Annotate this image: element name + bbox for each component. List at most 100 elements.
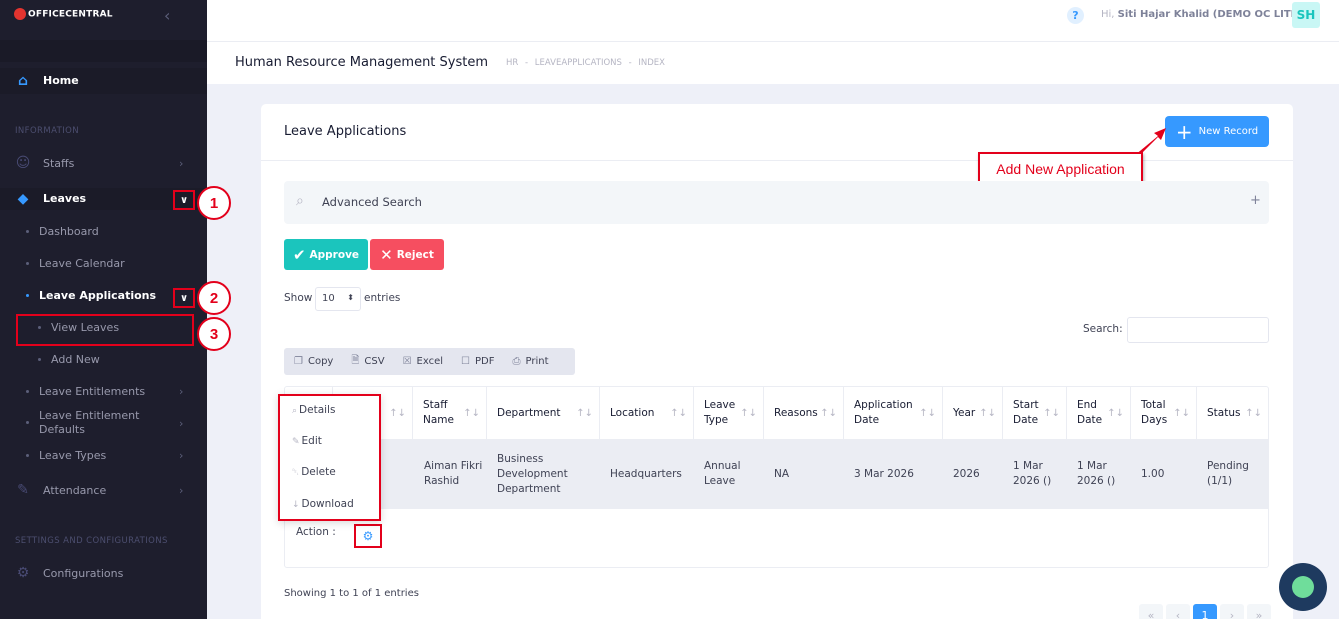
menu-item-details[interactable]: ⌕ Details xyxy=(292,404,335,416)
menu-item-label: Details xyxy=(299,404,336,416)
advanced-search-toggle[interactable]: ⌕ Advanced Search + xyxy=(284,181,1269,224)
column-header-year[interactable]: Year ↑↓ xyxy=(943,387,1003,439)
reject-button[interactable]: ✕ Reject xyxy=(370,239,444,270)
menu-item-download[interactable]: ↓ Download xyxy=(292,498,354,510)
button-label: Print xyxy=(525,356,549,367)
cell-start-date: 1 Mar 2026 () xyxy=(1013,460,1052,487)
sidebar-item-label: View Leaves xyxy=(51,321,120,334)
column-header-end-date[interactable]: End Date ↑↓ xyxy=(1067,387,1131,439)
users-icon: ☺ xyxy=(15,155,31,171)
close-icon: ✕ xyxy=(380,245,393,264)
sidebar-item-leave-entitlement-defaults[interactable]: Leave Entitlement Defaults › xyxy=(0,409,207,439)
chevron-left-icon[interactable]: ‹ xyxy=(164,6,170,25)
sidebar-item-home[interactable]: ⌂ Home xyxy=(0,68,207,94)
plus-icon: + xyxy=(1250,193,1261,208)
bullet-icon xyxy=(26,390,29,393)
copy-button[interactable]: ❐ Copy xyxy=(294,356,333,367)
cell-total-days: 1.00 xyxy=(1141,467,1165,480)
column-header-reasons[interactable]: Reasons ↑↓ xyxy=(764,387,844,439)
chevron-down-icon[interactable]: ∨ xyxy=(173,288,195,308)
user-greeting[interactable]: Hi, Siti Hajar Khalid (DEMO OC LITE) xyxy=(1101,9,1302,20)
button-label: Reject xyxy=(396,248,434,261)
bullet-icon xyxy=(38,358,41,361)
column-header-staff-name[interactable]: Staff Name ↑↓ xyxy=(413,387,487,439)
column-header-total-days[interactable]: Total Days ↑↓ xyxy=(1131,387,1197,439)
column-header-leave-type[interactable]: Leave Type ↑↓ xyxy=(694,387,764,439)
column-header-department[interactable]: Department ↑↓ xyxy=(487,387,600,439)
header-label: Staff Name xyxy=(423,399,454,426)
chat-button[interactable] xyxy=(1279,563,1327,611)
column-header-application-date[interactable]: Application Date ↑↓ xyxy=(844,387,943,439)
chevron-down-icon[interactable]: ∨ xyxy=(173,190,195,210)
header-label: Status xyxy=(1207,406,1241,419)
cell-reasons: NA xyxy=(774,467,790,480)
trash-icon: ␡ xyxy=(292,468,300,478)
column-header-start-date[interactable]: Start Date ↑↓ xyxy=(1003,387,1067,439)
sidebar-item-label: Dashboard xyxy=(39,225,99,238)
sidebar-item-add-new[interactable]: Add New xyxy=(0,353,207,369)
print-button[interactable]: ⎙ Print xyxy=(512,356,548,367)
avatar[interactable]: SH xyxy=(1292,2,1320,28)
help-icon[interactable]: ? xyxy=(1067,7,1084,24)
breadcrumb-item[interactable]: HR xyxy=(506,58,518,68)
cell-leave-type: Annual Leave xyxy=(704,460,741,487)
top-header xyxy=(207,0,1339,42)
bullet-icon xyxy=(26,262,29,265)
excel-button[interactable]: ☒ Excel xyxy=(403,356,443,367)
row-action-dropdown: ⌕ Details ✎ Edit ␡ Delete ↓ Download xyxy=(278,394,381,521)
sidebar-item-view-leaves[interactable]: View Leaves xyxy=(0,321,207,337)
menu-item-label: Edit xyxy=(301,435,322,447)
sidebar-item-staffs[interactable]: ☺ Staffs › xyxy=(0,154,207,174)
copy-icon: ❐ xyxy=(294,356,303,367)
sort-icon: ↑↓ xyxy=(979,407,996,419)
cell-staff-name: Aiman Fikri Rashid xyxy=(424,460,483,487)
pdf-button[interactable]: ☐ PDF xyxy=(461,356,494,367)
sidebar-spacer xyxy=(0,40,207,62)
pager-first[interactable]: « xyxy=(1139,604,1163,619)
search-icon: ⌕ xyxy=(292,406,298,416)
pager-next[interactable]: › xyxy=(1220,604,1244,619)
sidebar-item-leave-calendar[interactable]: Leave Calendar xyxy=(0,257,207,273)
check-icon: ✔ xyxy=(292,245,306,264)
file-icon: 🗎 xyxy=(351,355,360,366)
header-label: Leave Type xyxy=(704,399,736,426)
sidebar-item-label: Add New xyxy=(51,353,100,366)
header-label: End Date xyxy=(1077,399,1103,426)
header-label: Application Date xyxy=(854,399,913,426)
sidebar-item-attendance[interactable]: ✎ Attendance › xyxy=(0,481,207,501)
sort-icon: ↑↓ xyxy=(1107,407,1124,419)
pager-last[interactable]: » xyxy=(1247,604,1271,619)
app-logo[interactable]: OFFICECENTRAL xyxy=(14,8,113,20)
home-icon: ⌂ xyxy=(17,73,29,89)
sort-icon: ↑↓ xyxy=(820,407,837,419)
sidebar-item-leave-types[interactable]: Leave Types › xyxy=(0,449,207,465)
row-action-gear-icon[interactable]: ⚙ xyxy=(354,524,382,548)
header-label: Reasons xyxy=(774,406,818,419)
menu-item-label: Delete xyxy=(301,466,336,478)
page-size-value: 10 xyxy=(322,293,335,304)
column-header-location[interactable]: Location ↑↓ xyxy=(600,387,694,439)
sidebar-item-leave-entitlements[interactable]: Leave Entitlements › xyxy=(0,385,207,401)
csv-button[interactable]: 🗎 CSV xyxy=(351,353,384,370)
cell-year: 2026 xyxy=(953,467,980,480)
table-info: Showing 1 to 1 of 1 entries xyxy=(284,588,419,599)
show-label: Show xyxy=(284,292,313,304)
column-header-status[interactable]: Status ↑↓ xyxy=(1197,387,1268,439)
menu-item-edit[interactable]: ✎ Edit xyxy=(292,435,322,447)
new-record-button[interactable]: + New Record xyxy=(1165,116,1269,147)
sort-icon: ↑↓ xyxy=(576,407,593,419)
menu-item-delete[interactable]: ␡ Delete xyxy=(292,466,336,478)
sidebar-item-leave-dashboard[interactable]: Dashboard xyxy=(0,225,207,241)
header-label: Start Date xyxy=(1013,399,1039,426)
button-label: CSV xyxy=(364,356,385,367)
search-input[interactable] xyxy=(1127,317,1269,343)
breadcrumb-item[interactable]: LEAVEAPPLICATIONS xyxy=(535,58,622,68)
chevron-right-icon: › xyxy=(179,157,184,170)
approve-button[interactable]: ✔ Approve xyxy=(284,239,368,270)
sidebar-item-configurations[interactable]: ⚙ Configurations xyxy=(0,564,207,584)
step-badge-3: 3 xyxy=(197,317,231,351)
breadcrumb-separator: - xyxy=(628,58,632,68)
pager-prev[interactable]: ‹ xyxy=(1166,604,1190,619)
page-size-select[interactable]: 10 ⬍ xyxy=(315,287,361,311)
pager-page[interactable]: 1 xyxy=(1193,604,1217,619)
